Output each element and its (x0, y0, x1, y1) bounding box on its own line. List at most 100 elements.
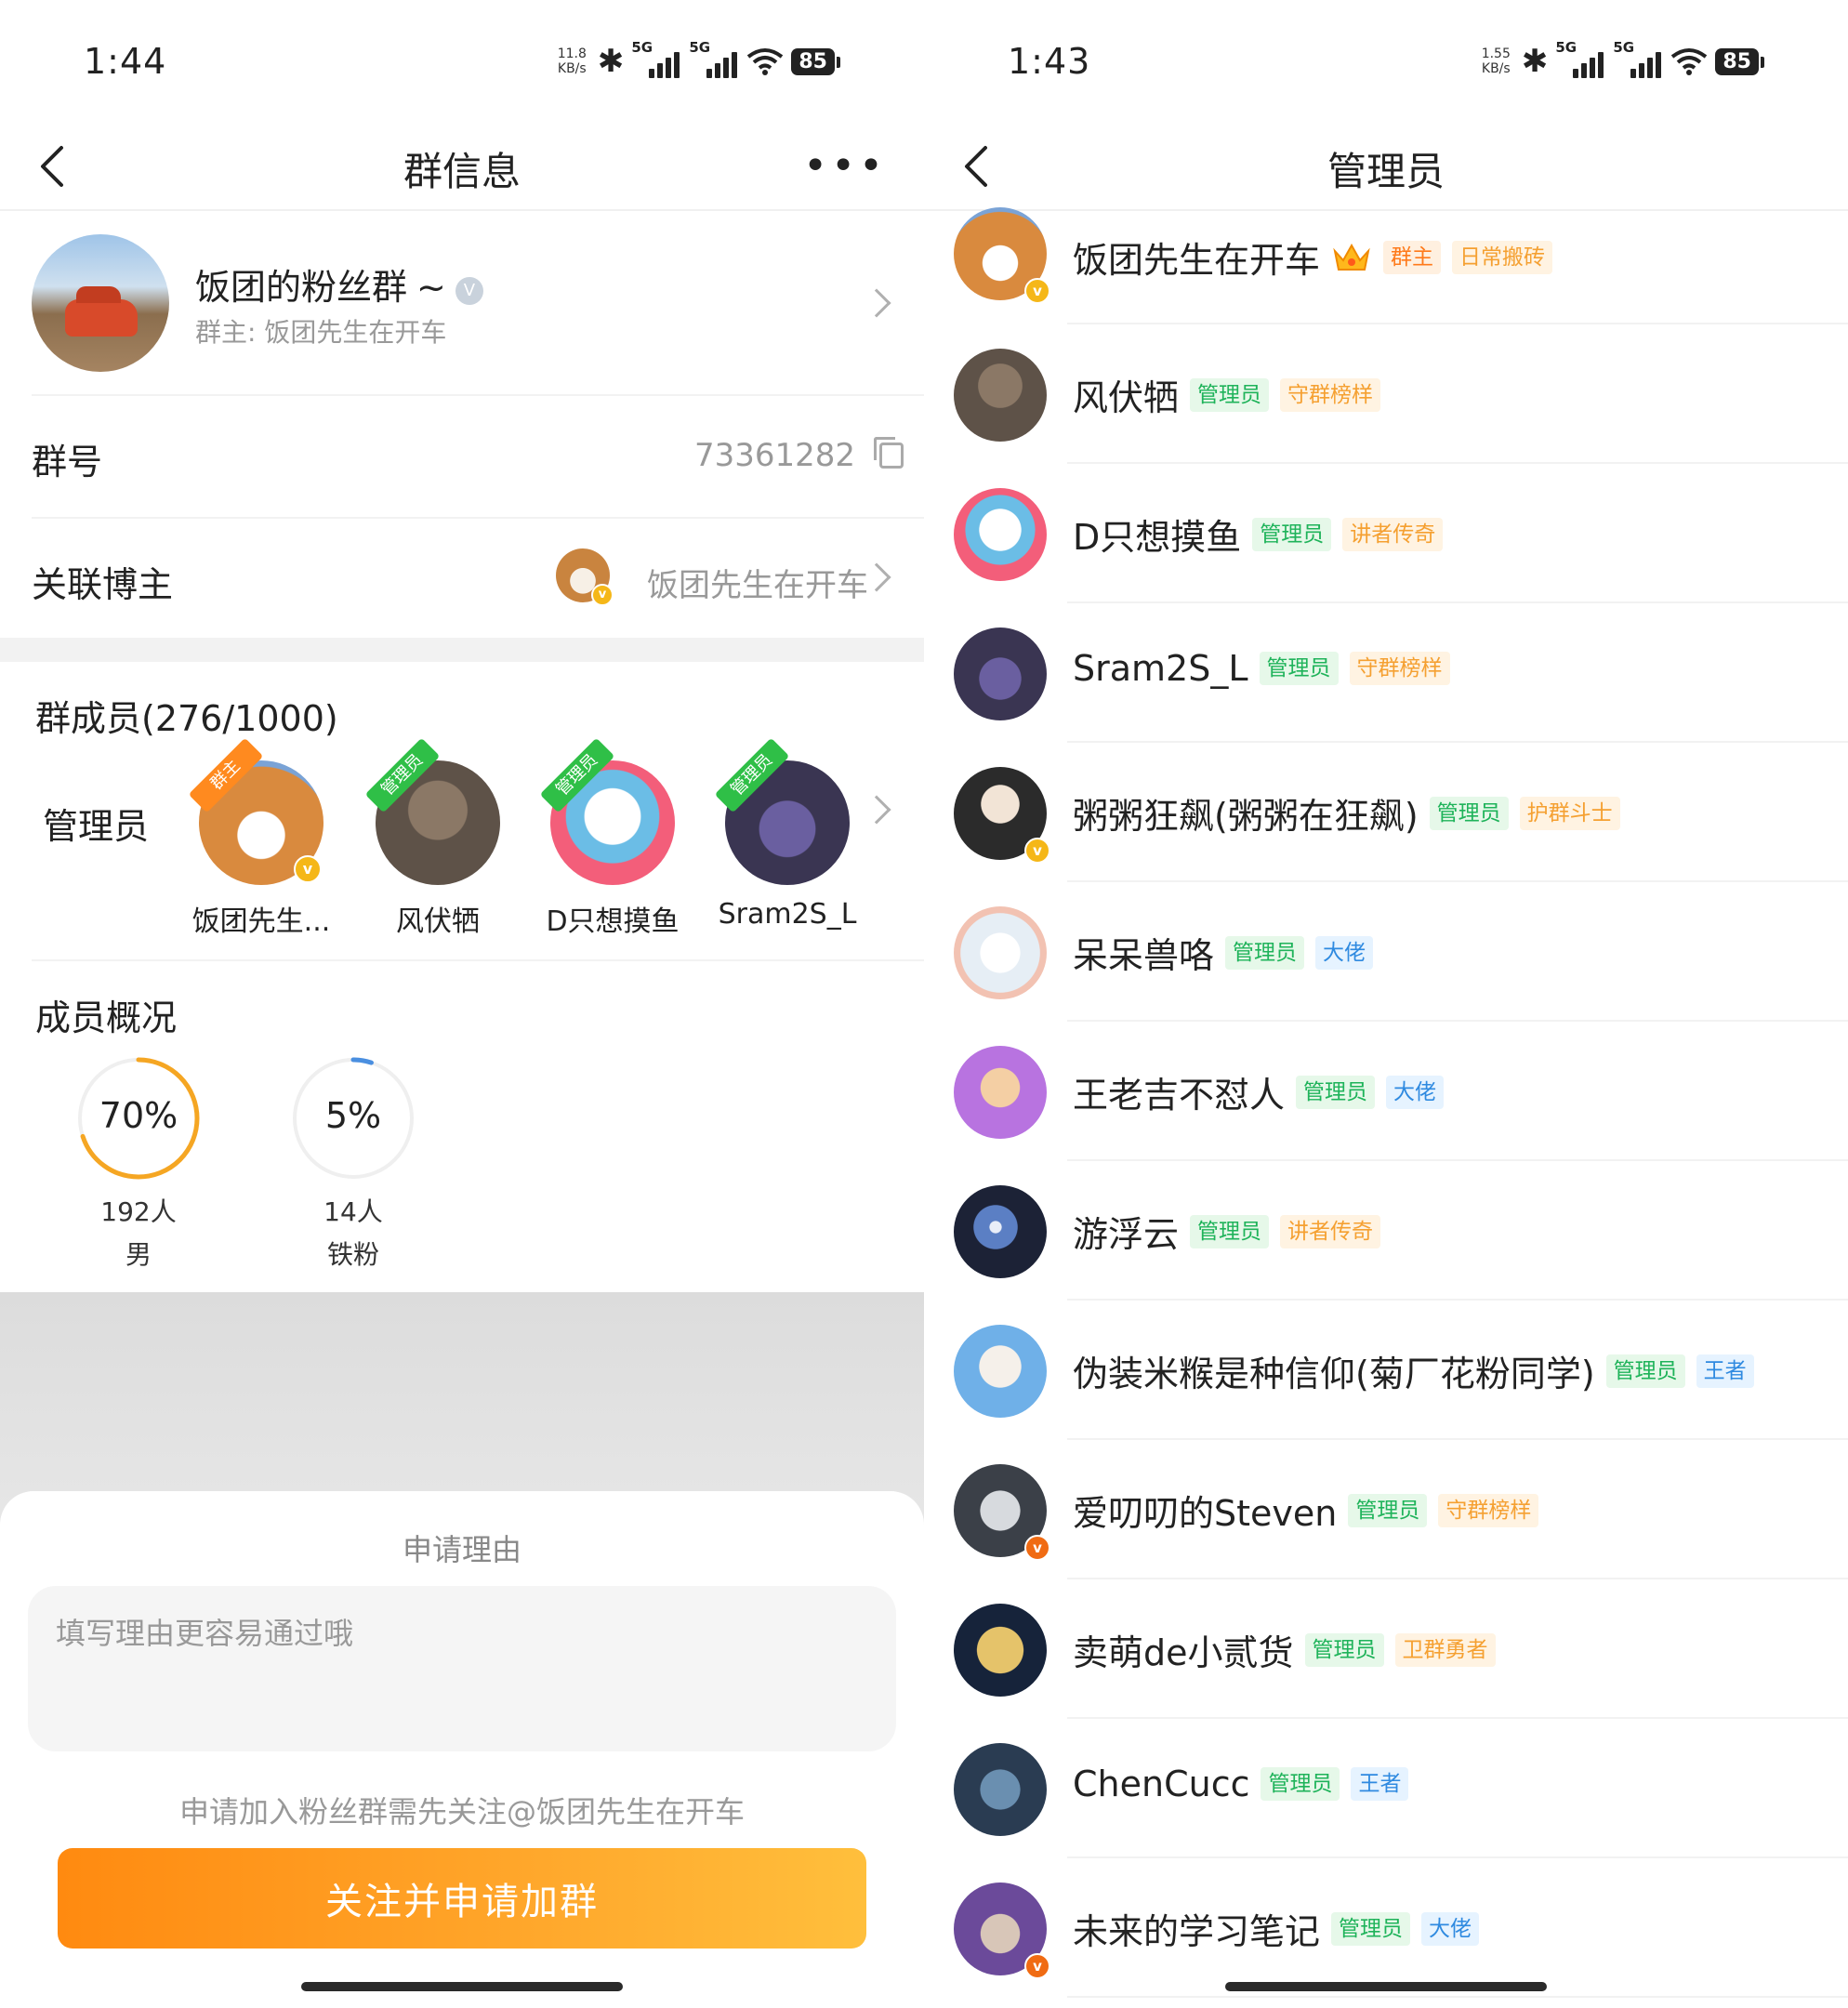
nav-bar: 管理员 (924, 126, 1848, 211)
admin-badge: 管理员 (1348, 1493, 1428, 1527)
group-info-screen: 1:44 11.8 KB/s ✱ 5G 5G 85 群信息 ••• 饭团的粉丝群… (0, 0, 924, 2008)
admin-item[interactable]: v 粥粥狂飙(粥粥在狂飙) 管理员 护群斗士 (924, 743, 1848, 882)
admin-badge: 管理员 (1252, 517, 1332, 551)
admin-badge: 管理员 (1259, 652, 1339, 685)
admin-name: 呆呆兽咯 (1073, 935, 1215, 976)
wifi-icon (1671, 48, 1708, 75)
admin-badge: 日常搬砖 (1452, 240, 1553, 274)
avatar (954, 1325, 1047, 1418)
signal-icon: 5G (689, 39, 739, 80)
network-speed: 1.55 KB/s (1481, 46, 1511, 76)
admin-badge: 讲者传奇 (1280, 1214, 1381, 1248)
bluetooth-icon: ✱ (597, 43, 625, 80)
avatar (954, 349, 1047, 442)
admin-row-content: 粥粥狂飙(粥粥在狂飙) 管理员 护群斗士 (1073, 787, 1620, 839)
admin-badge: 守群榜样 (1280, 377, 1381, 412)
admin-badge: 管理员 (1296, 1075, 1376, 1109)
admin-badge: 大佬 (1421, 1911, 1480, 1946)
status-time: 1:44 (84, 41, 167, 82)
avatar: 管理员 (539, 737, 675, 885)
group-header[interactable]: 饭团的粉丝群 ~ V 群主: 饭团先生在开车 (0, 223, 924, 390)
admin-row-content: D只想摸鱼 管理员 讲者传奇 (1073, 509, 1444, 560)
battery-icon: 85 (791, 47, 840, 75)
admin-row-content: 爱叨叨的Steven 管理员 守群榜样 (1073, 1485, 1539, 1536)
copy-icon[interactable] (874, 437, 904, 469)
member-item[interactable]: 管理员 Sram2S_L (714, 737, 857, 931)
avatar: v (556, 548, 614, 606)
admin-item[interactable]: v 饭团先生在开车 群主 日常搬砖 (924, 207, 1848, 324)
avatar: v (954, 1882, 1050, 1979)
sheet-hint: 申请加入粉丝群需先关注@饭团先生在开车 (178, 1794, 745, 1830)
admin-item[interactable]: D只想摸鱼 管理员 讲者传奇 (924, 464, 1848, 603)
admin-item[interactable]: Sram2S_L 管理员 守群榜样 (924, 603, 1848, 743)
verified-icon: v (294, 855, 322, 883)
admin-badge: 卫群勇者 (1394, 1632, 1496, 1667)
admin-badge: 管理员 (1225, 935, 1305, 970)
admin-item[interactable]: ChenCucc 管理员 王者 (924, 1719, 1848, 1858)
stat-count: 14人 (323, 1196, 383, 1227)
reason-input[interactable] (28, 1586, 896, 1751)
admin-badge: 王者 (1696, 1354, 1754, 1388)
admin-name: ChenCucc (1073, 1764, 1250, 1804)
member-item[interactable]: 群主 v 饭团先生... (188, 737, 331, 939)
network-speed: 11.8 KB/s (557, 46, 587, 76)
admin-name: 卖萌de小贰货 (1073, 1632, 1294, 1673)
admin-row-content: 伪装米糇是种信仰(菊厂花粉同学) 管理员 王者 (1073, 1345, 1754, 1396)
admin-row-content: 王老吉不怼人 管理员 大佬 (1073, 1066, 1445, 1117)
admin-item[interactable]: 风伏牺 管理员 守群榜样 (924, 324, 1848, 464)
admin-row-content: ChenCucc 管理员 王者 (1073, 1764, 1409, 1804)
admin-row-content: 未来的学习笔记 管理员 大佬 (1073, 1903, 1480, 1954)
more-icon[interactable]: ••• (803, 142, 887, 190)
follow-and-apply-button[interactable]: 关注并申请加群 (58, 1848, 866, 1949)
avatar (954, 1743, 1047, 1836)
admin-badge: 护群斗士 (1519, 796, 1620, 830)
admin-list-screen: 1:43 1.55 KB/s ✱ 5G 5G 85 管理员 v 饭团先生在开车 … (924, 0, 1848, 2008)
admin-badge: 王者 (1351, 1767, 1409, 1801)
group-name: 饭团的粉丝群 ~ V (195, 258, 483, 310)
linked-blogger-name: 饭团先生在开车 (647, 567, 868, 604)
admin-badge: 大佬 (1386, 1075, 1445, 1109)
verified-badge-icon: V (455, 277, 483, 305)
admin-badge: 群主 (1383, 240, 1442, 274)
admin-item[interactable]: 呆呆兽咯 管理员 大佬 (924, 882, 1848, 1022)
verified-icon: v (1024, 838, 1050, 864)
admin-name: 未来的学习笔记 (1073, 1911, 1321, 1952)
group-id-value: 73361282 (693, 437, 855, 474)
admin-tag: 管理员 (539, 737, 615, 813)
signal-icon: 5G (1613, 39, 1663, 80)
divider (32, 959, 924, 961)
stats-title: 成员概况 (35, 997, 178, 1038)
admin-name: 王老吉不怼人 (1073, 1075, 1286, 1116)
admin-item[interactable]: 王老吉不怼人 管理员 大佬 (924, 1022, 1848, 1161)
verified-icon: v (591, 584, 614, 606)
avatar: v (954, 767, 1050, 864)
admin-item[interactable]: 卖萌de小贰货 管理员 卫群勇者 (924, 1579, 1848, 1719)
members-title[interactable]: 群成员(276/1000) (35, 690, 338, 741)
avatar (954, 488, 1047, 581)
group-id-label: 群号 (32, 442, 103, 482)
admin-tag: 管理员 (714, 737, 790, 813)
admin-item[interactable]: 游浮云 管理员 讲者传奇 (924, 1161, 1848, 1301)
member-item[interactable]: 管理员 风伏牺 (364, 737, 508, 939)
chevron-right-icon[interactable] (862, 795, 891, 825)
admin-item[interactable]: v 未来的学习笔记 管理员 大佬 (924, 1858, 1848, 1998)
admin-tag: 管理员 (364, 737, 441, 813)
verified-icon: v (1024, 278, 1050, 304)
linked-blogger-label: 关联博主 (32, 564, 174, 605)
admin-item[interactable]: 伪装米糇是种信仰(菊厂花粉同学) 管理员 王者 (924, 1301, 1848, 1440)
admin-item[interactable]: v 爱叨叨的Steven 管理员 守群榜样 (924, 1440, 1848, 1579)
group-owner: 群主: 饭团先生在开车 (195, 317, 447, 348)
admin-badge: 管理员 (1190, 1214, 1270, 1248)
admin-badge: 守群榜样 (1438, 1493, 1539, 1527)
signal-icon: 5G (631, 39, 681, 80)
home-indicator[interactable] (301, 1982, 623, 1991)
bluetooth-icon: ✱ (1521, 43, 1549, 80)
group-avatar (32, 234, 169, 372)
home-indicator[interactable] (1225, 1982, 1547, 1991)
admin-name: Sram2S_L (1073, 648, 1248, 689)
member-item[interactable]: 管理员 D只想摸鱼 (539, 737, 682, 939)
linked-blogger-row[interactable]: 关联博主 v 饭团先生在开车 (32, 517, 924, 638)
signal-icon: 5G (1555, 39, 1605, 80)
member-name: Sram2S_L (718, 898, 857, 931)
stat-percent: 5% (324, 1095, 382, 1136)
